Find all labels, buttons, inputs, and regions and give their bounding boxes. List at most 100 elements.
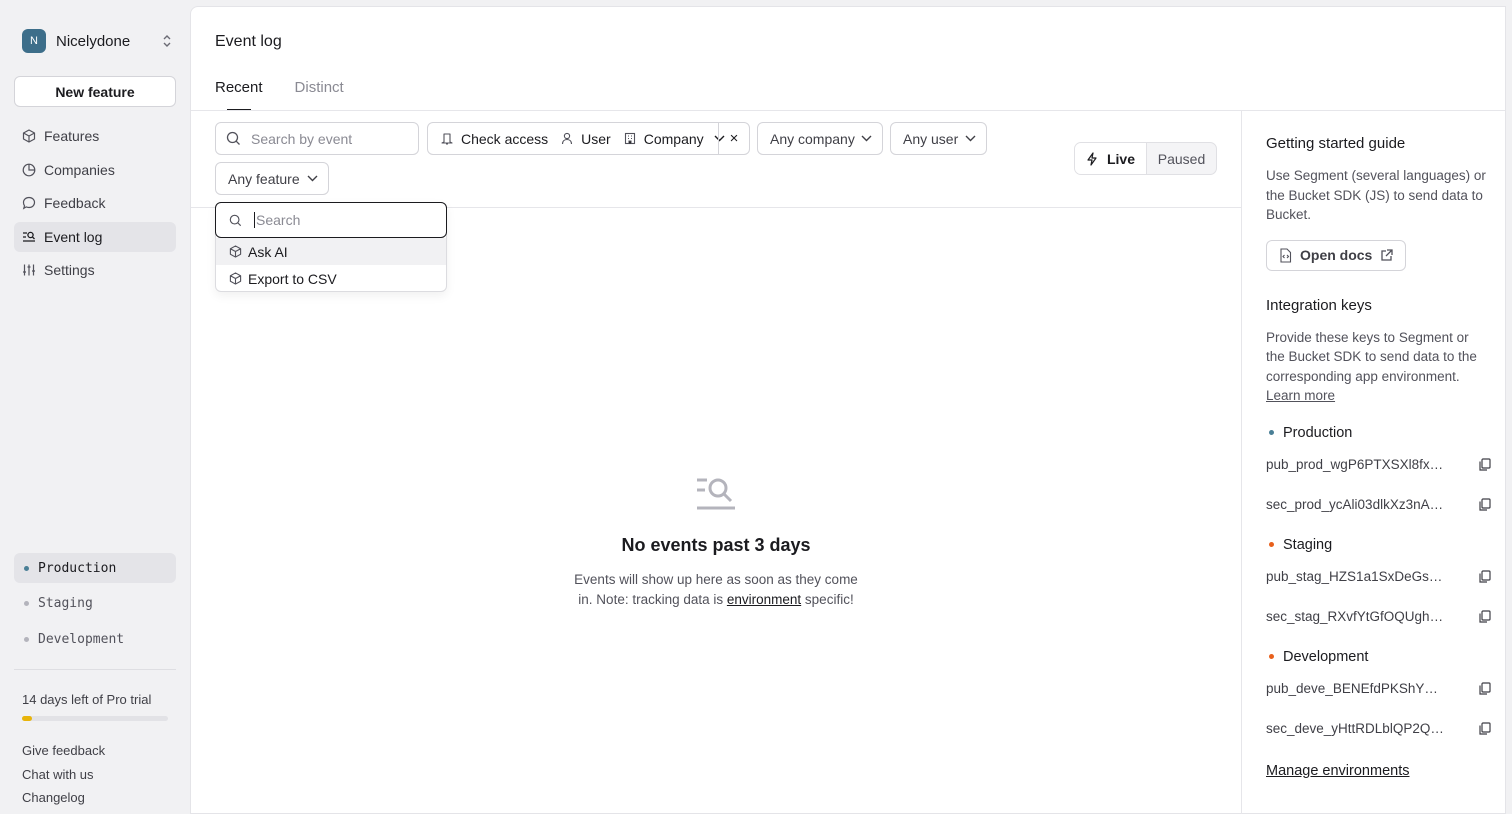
org-avatar: N (22, 29, 46, 53)
dropdown-item-export-csv[interactable]: Export to CSV (216, 265, 446, 292)
key-row: pub_deve_BENEfdPKShYKO… (1266, 679, 1491, 699)
key-row: sec_prod_ycAli03dlkXz3nA… (1266, 495, 1491, 515)
any-company-select[interactable]: Any company (757, 122, 883, 155)
env-status-dot (1269, 542, 1274, 547)
key-row: pub_stag_HZS1a1SxDeGsI5… (1266, 567, 1491, 587)
right-panel-divider (1241, 111, 1242, 814)
any-feature-select[interactable]: Any feature (215, 162, 329, 195)
event-log-icon (22, 230, 36, 244)
sidebar-links: Give feedback Chat with us Changelog (22, 742, 105, 813)
cube-icon (22, 129, 36, 143)
copy-icon[interactable] (1478, 682, 1491, 695)
secret-key: sec_deve_yHttRDLblQP2Q3… (1266, 721, 1446, 736)
env-item-label: Production (38, 560, 117, 576)
right-panel: Getting started guide Use Segment (sever… (1266, 111, 1491, 779)
sidebar-item-features[interactable]: Features (14, 121, 176, 151)
empty-state: No events past 3 days Events will show u… (191, 476, 1241, 610)
give-feedback-link[interactable]: Give feedback (22, 742, 105, 766)
sidebar: N Nicelydone New feature Features Compan… (0, 0, 190, 814)
env-status-dot (1269, 654, 1274, 659)
company-label: Company (643, 130, 704, 147)
sidebar-item-label: Settings (44, 262, 95, 278)
empty-description: Events will show up here as soon as they… (566, 570, 866, 610)
learn-more-link[interactable]: Learn more (1266, 388, 1335, 403)
getting-started-title: Getting started guide (1266, 135, 1406, 152)
changelog-link[interactable]: Changelog (22, 789, 105, 813)
manage-environments-link[interactable]: Manage environments (1266, 763, 1409, 779)
open-docs-button[interactable]: Open docs (1266, 239, 1407, 271)
empty-search-icon (695, 476, 737, 515)
clear-filter-button[interactable]: × (718, 123, 749, 154)
env-status-dot (24, 601, 29, 606)
feature-dropdown-menu: Search Ask AI Export to CSV (215, 202, 447, 292)
getting-started-text: Use Segment (several languages) or the B… (1266, 168, 1486, 222)
sidebar-nav: Features Companies Feedback Event log Se… (14, 121, 176, 289)
close-icon: × (729, 130, 739, 147)
env-item-production[interactable]: Production (14, 553, 176, 583)
event-log-content: Search by event Check access User Compan… (191, 111, 1241, 814)
dropdown-search-input[interactable]: Search (215, 202, 447, 238)
env-heading-label: Staging (1283, 536, 1333, 553)
trial-progress-bar (22, 716, 168, 721)
user-icon (562, 132, 573, 145)
copy-icon[interactable] (1478, 458, 1491, 471)
env-heading-label: Development (1283, 648, 1369, 665)
search-icon (226, 131, 240, 145)
sidebar-item-settings[interactable]: Settings (14, 255, 176, 285)
company-part: Company (611, 131, 725, 147)
main-panel: Event log Recent Distinct Search by even… (190, 6, 1506, 814)
key-row: pub_prod_wgP6PTXSXl8fxA… (1266, 455, 1491, 475)
environment-link[interactable]: environment (727, 592, 801, 607)
dropdown-item-ask-ai[interactable]: Ask AI (216, 238, 446, 265)
chevron-down-icon (307, 175, 318, 182)
user-label: User (581, 130, 611, 147)
env-item-label: Development (38, 631, 125, 647)
search-by-event-input[interactable]: Search by event (215, 122, 419, 155)
env-item-label: Staging (38, 596, 93, 611)
any-user-label: Any user (903, 130, 959, 147)
org-switcher[interactable]: N Nicelydone (22, 29, 172, 53)
dropdown-search-placeholder: Search (254, 212, 301, 228)
env-heading-staging: Staging (1266, 537, 1491, 553)
publishable-key: pub_stag_HZS1a1SxDeGsI5… (1266, 569, 1446, 584)
env-item-development[interactable]: Development (14, 624, 176, 654)
chat-with-us-link[interactable]: Chat with us (22, 766, 105, 790)
sidebar-item-label: Event log (44, 228, 103, 245)
integration-keys-text: Provide these keys to Segment or the Buc… (1266, 328, 1491, 406)
chevron-up-down-icon (162, 33, 172, 49)
env-heading-label: Production (1283, 424, 1353, 441)
publishable-key: pub_deve_BENEfdPKShYKO… (1266, 681, 1446, 696)
check-access-part: Check access (428, 131, 548, 147)
env-item-staging[interactable]: Staging (14, 589, 176, 619)
live-paused-toggle: Live Paused (1074, 142, 1217, 175)
manage-environments-wrap: Manage environments (1266, 762, 1491, 779)
check-access-label: Check access (461, 130, 549, 147)
empty-title: No events past 3 days (621, 535, 811, 555)
any-feature-label: Any feature (228, 170, 300, 187)
any-user-select[interactable]: Any user (890, 122, 987, 155)
copy-icon[interactable] (1478, 570, 1491, 583)
env-status-dot (24, 565, 29, 571)
copy-icon[interactable] (1478, 722, 1491, 735)
sidebar-item-event-log[interactable]: Event log (14, 221, 176, 252)
sidebar-item-feedback[interactable]: Feedback (14, 188, 176, 218)
new-feature-button[interactable]: New feature (14, 76, 176, 107)
copy-icon[interactable] (1478, 498, 1491, 511)
pie-chart-icon (22, 163, 36, 177)
user-part: User (548, 131, 611, 147)
sliders-icon (22, 263, 36, 277)
search-icon (229, 214, 242, 226)
sidebar-item-companies[interactable]: Companies (14, 155, 176, 185)
tab-distinct[interactable]: Distinct (295, 79, 344, 111)
check-access-filter[interactable]: Check access User Company × (427, 122, 750, 155)
live-label: Live (1106, 150, 1135, 167)
live-button[interactable]: Live (1075, 143, 1147, 174)
sidebar-item-label: Companies (44, 161, 115, 178)
paused-button[interactable]: Paused (1147, 143, 1216, 174)
copy-icon[interactable] (1478, 610, 1491, 623)
cube-icon (229, 245, 242, 258)
chat-bubble-icon (22, 196, 36, 210)
trial-progress-fill (22, 716, 33, 721)
secret-key: sec_prod_ycAli03dlkXz3nA… (1266, 497, 1444, 512)
tab-recent[interactable]: Recent (215, 79, 263, 111)
